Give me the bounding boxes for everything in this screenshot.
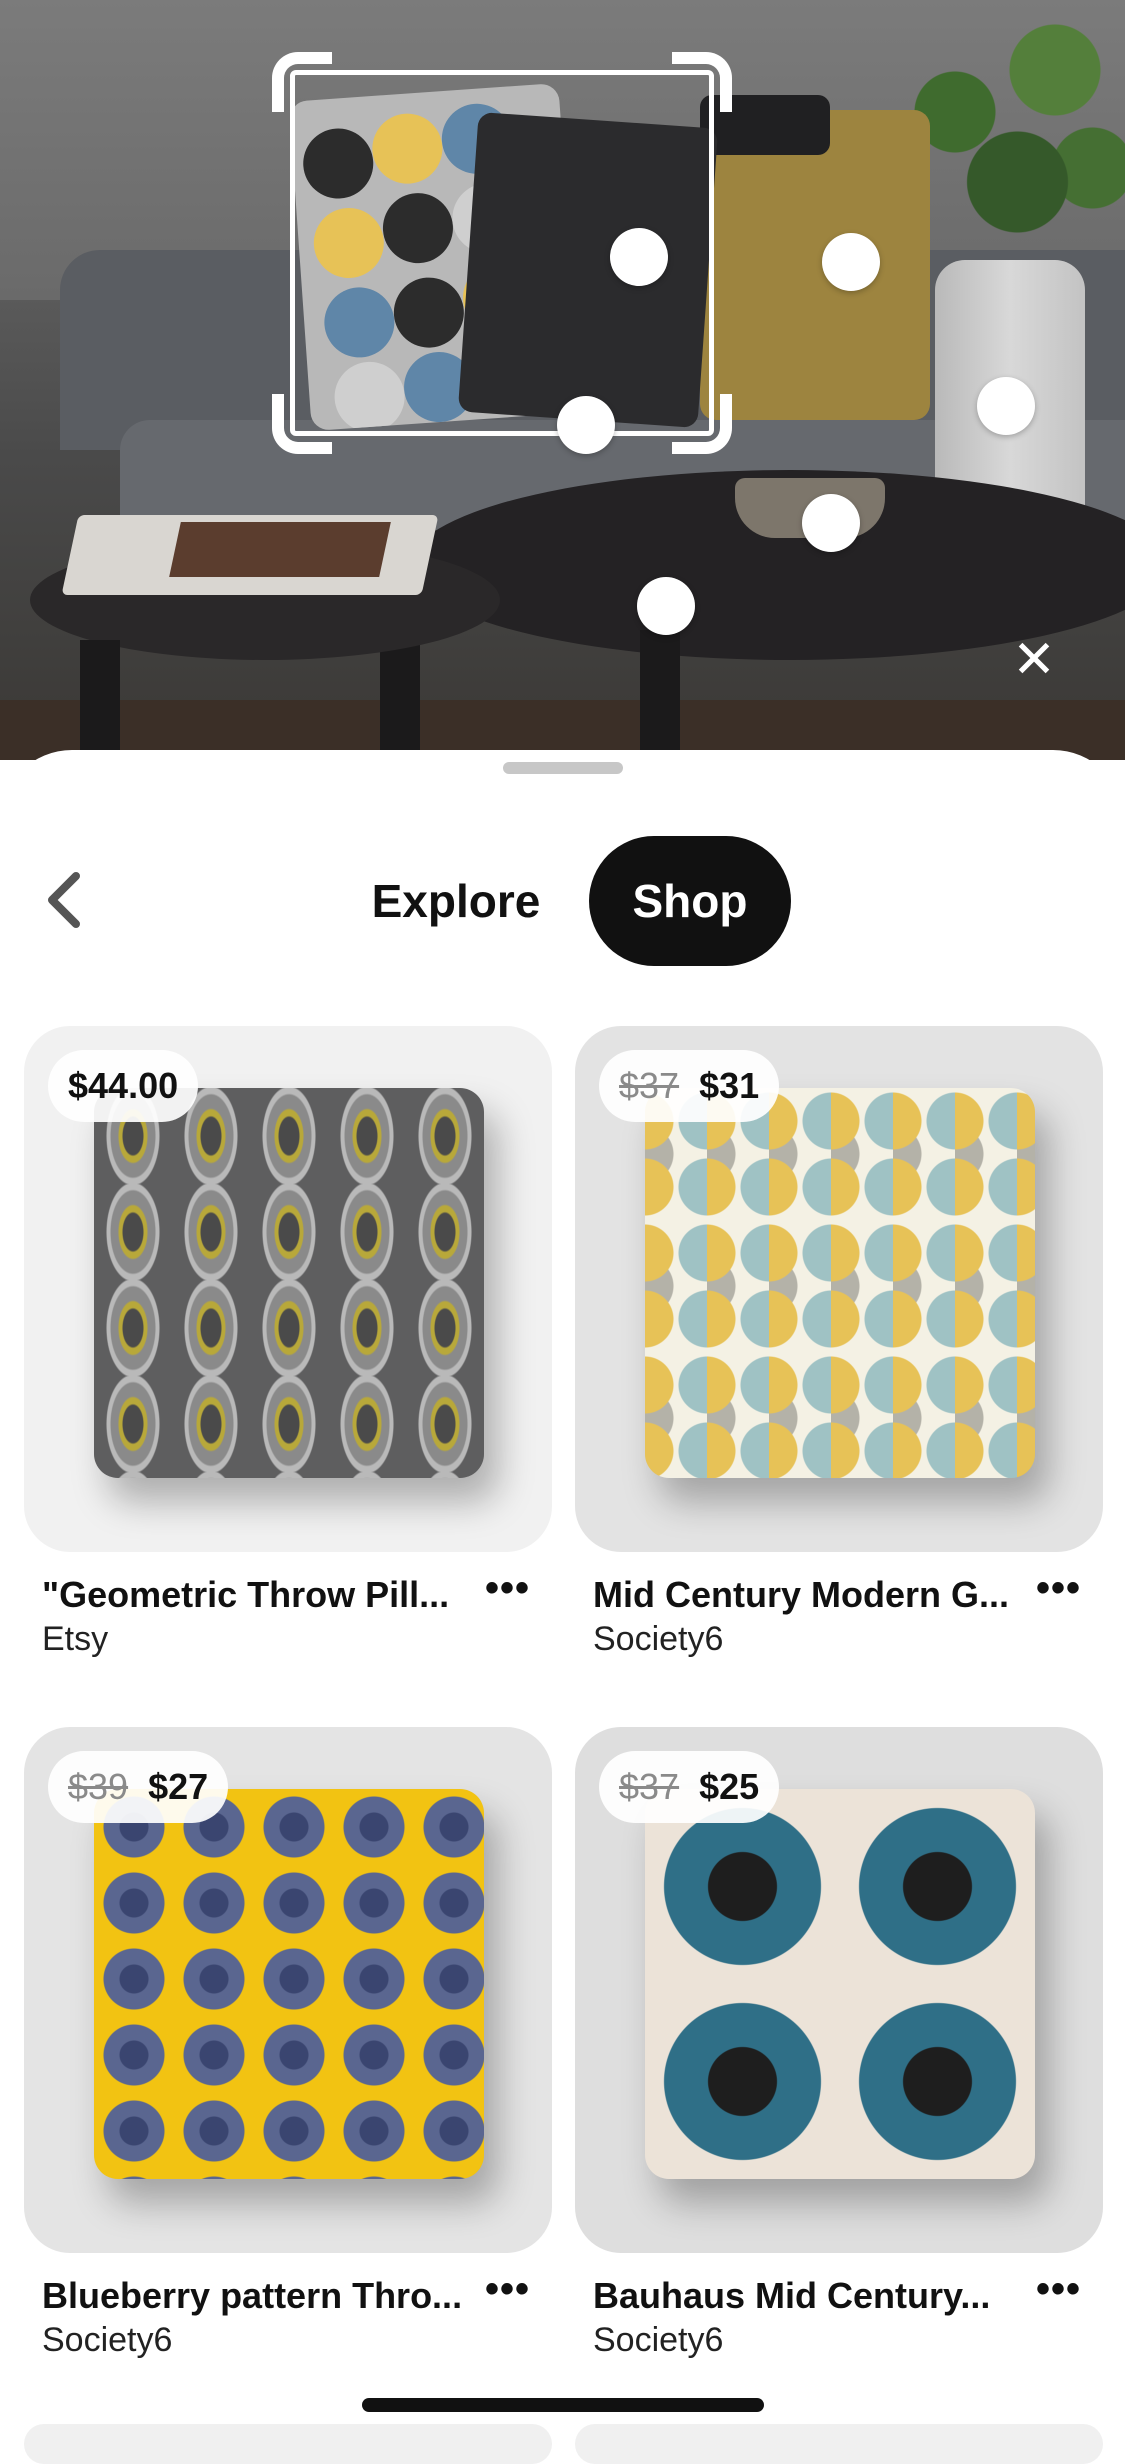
visual-search-dot[interactable] [557, 396, 615, 454]
price-badge: $37 $25 [599, 1751, 780, 1823]
original-price: $37 [619, 1065, 680, 1106]
current-price: $25 [699, 1766, 760, 1807]
product-card[interactable]: $37 $31 Mid Century Modern G... ••• Soci… [575, 1026, 1103, 1658]
close-icon[interactable]: ✕ [1010, 634, 1058, 686]
product-card[interactable]: $44.00 "Geometric Throw Pill... ••• Etsy [24, 1026, 552, 1658]
crop-handle-top-right[interactable] [672, 52, 732, 112]
table-leg [80, 640, 120, 760]
crop-handle-bottom-right[interactable] [672, 394, 732, 454]
product-image[interactable]: $39 $27 [24, 1727, 552, 2253]
pillow-image [645, 1789, 1035, 2179]
price-badge: $44.00 [48, 1050, 199, 1122]
next-row-card [575, 2424, 1103, 2464]
product-title[interactable]: Blueberry pattern Thro... [42, 2275, 472, 2317]
original-price: $39 [68, 1766, 129, 1807]
product-image[interactable]: $37 $25 [575, 1727, 1103, 2253]
product-title[interactable]: "Geometric Throw Pill... [42, 1574, 472, 1616]
pillow-image [94, 1789, 484, 2179]
next-row-card [24, 2424, 552, 2464]
store-name[interactable]: Etsy [42, 1620, 108, 1659]
visual-search-dot[interactable] [977, 377, 1035, 435]
crop-handle-bottom-left[interactable] [272, 394, 332, 454]
product-title[interactable]: Bauhaus Mid Century... [593, 2275, 1023, 2317]
current-price: $31 [699, 1065, 760, 1106]
visual-search-dot[interactable] [822, 233, 880, 291]
more-options-icon[interactable]: ••• [1036, 1566, 1081, 1611]
pillow-image [645, 1088, 1035, 1478]
crop-handle-top-left[interactable] [272, 52, 332, 112]
current-price: $44.00 [68, 1065, 179, 1106]
product-title[interactable]: Mid Century Modern G... [593, 1574, 1023, 1616]
camera-photo[interactable]: ✕ [0, 0, 1125, 760]
more-options-icon[interactable]: ••• [485, 2267, 530, 2312]
store-name[interactable]: Society6 [42, 2321, 172, 2360]
price-badge: $39 $27 [48, 1751, 229, 1823]
tab-shop[interactable]: Shop [589, 836, 791, 966]
product-card[interactable]: $39 $27 Blueberry pattern Thro... ••• So… [24, 1727, 552, 2359]
visual-search-dot[interactable] [637, 577, 695, 635]
sheet-grabber[interactable] [503, 762, 623, 774]
product-card[interactable]: $37 $25 Bauhaus Mid Century... ••• Socie… [575, 1727, 1103, 2359]
more-options-icon[interactable]: ••• [1036, 2267, 1081, 2312]
visual-search-dot[interactable] [802, 494, 860, 552]
price-badge: $37 $31 [599, 1050, 780, 1122]
book-cover [169, 522, 391, 577]
store-name[interactable]: Society6 [593, 2321, 723, 2360]
product-image[interactable]: $44.00 [24, 1026, 552, 1552]
table-leg [640, 630, 680, 760]
more-options-icon[interactable]: ••• [485, 1566, 530, 1611]
home-indicator[interactable] [362, 2398, 764, 2412]
mustard-pillow [700, 110, 930, 420]
product-image[interactable]: $37 $31 [575, 1026, 1103, 1552]
tab-explore[interactable]: Explore [356, 836, 556, 966]
visual-search-dot[interactable] [610, 228, 668, 286]
original-price: $37 [619, 1766, 680, 1807]
store-name[interactable]: Society6 [593, 1620, 723, 1659]
pillow-image [94, 1088, 484, 1478]
chevron-left-icon[interactable] [40, 868, 90, 932]
current-price: $27 [148, 1766, 209, 1807]
